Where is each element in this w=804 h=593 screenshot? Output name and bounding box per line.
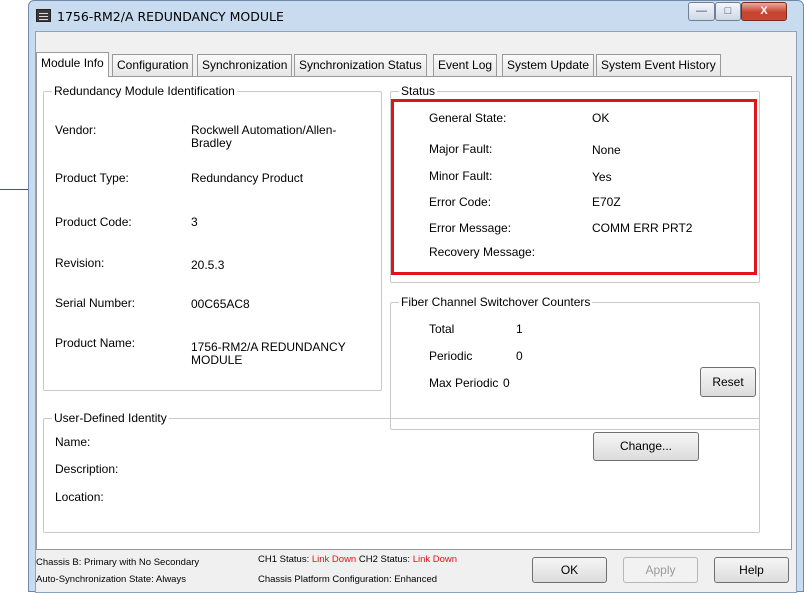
maximize-icon: □ [724, 5, 732, 17]
platform-config: Chassis Platform Configuration: Enhanced [258, 574, 438, 585]
maximize-button[interactable]: □ [715, 2, 741, 21]
revision-value: 20.5.3 [191, 258, 225, 272]
periodic-label: Periodic [429, 349, 473, 363]
tab-label: System Update [507, 58, 590, 72]
product-name-label: Product Name: [55, 336, 136, 350]
window-title: 1756-RM2/A REDUNDANCY MODULE [57, 9, 284, 24]
tab-label: Module Info [41, 56, 104, 70]
serial-number-value: 00C65AC8 [191, 297, 250, 311]
serial-number-label: Serial Number: [55, 296, 136, 310]
identification-group: Redundancy Module Identification Vendor:… [43, 84, 382, 391]
ch2-status-label: CH2 Status: [358, 554, 411, 565]
tab-configuration[interactable]: Configuration [112, 54, 194, 76]
product-code-value: 3 [191, 215, 198, 229]
name-label: Name: [55, 435, 91, 449]
location-label: Location: [55, 490, 104, 504]
chassis-b-status: Chassis B: Primary with No Secondary [36, 557, 200, 568]
tab-label: Synchronization Status [299, 58, 422, 72]
tab-label: Configuration [117, 58, 189, 72]
user-identity-legend: User-Defined Identity [52, 411, 169, 425]
identification-legend: Redundancy Module Identification [52, 84, 237, 98]
module-info-panel: Redundancy Module Identification Vendor:… [36, 76, 792, 550]
apply-button[interactable]: Apply [623, 557, 698, 583]
module-icon [36, 9, 51, 22]
revision-label: Revision: [55, 256, 105, 270]
tab-synchronization-status[interactable]: Synchronization Status [294, 54, 427, 76]
max-periodic-label: Max Periodic [429, 376, 499, 390]
title-bar[interactable]: 1756-RM2/A REDUNDANCY MODULE — □ X [29, 1, 803, 31]
total-value: 1 [516, 322, 523, 336]
user-identity-group: User-Defined Identity Name: Description:… [43, 411, 760, 533]
status-highlight-box [391, 99, 757, 275]
dialog-window: 1756-RM2/A REDUNDANCY MODULE — □ X Modul… [28, 0, 804, 593]
minimize-button[interactable]: — [688, 2, 715, 21]
product-name-value: 1756-RM2/A REDUNDANCY MODULE [191, 340, 346, 367]
tab-system-event-history[interactable]: System Event History [596, 54, 721, 76]
auto-sync-state: Auto-Synchronization State: Always [36, 574, 186, 585]
tab-label: System Event History [601, 58, 716, 72]
tab-system-update[interactable]: System Update [502, 54, 595, 76]
change-button[interactable]: Change... [593, 432, 699, 461]
product-type-value: Redundancy Product [191, 171, 304, 185]
close-button[interactable]: X [741, 2, 787, 21]
total-label: Total [429, 322, 455, 336]
product-type-label: Product Type: [55, 171, 129, 185]
ch1-status-value: Link Down [311, 554, 357, 565]
ok-button[interactable]: OK [532, 557, 607, 583]
tab-synchronization[interactable]: Synchronization [197, 54, 293, 76]
channel-status: CH1 Status: Link Down CH2 Status: Link D… [258, 554, 457, 565]
tab-label: Synchronization [202, 58, 288, 72]
product-code-label: Product Code: [55, 215, 132, 229]
tab-module-info[interactable]: Module Info [36, 52, 109, 77]
close-icon: X [760, 5, 768, 17]
vendor-value: Rockwell Automation/Allen-Bradley [191, 123, 337, 150]
minimize-icon: — [696, 5, 707, 17]
ch2-status-value: Link Down [412, 554, 458, 565]
reset-button[interactable]: Reset [700, 367, 756, 397]
help-button[interactable]: Help [714, 557, 789, 583]
periodic-value: 0 [516, 349, 523, 363]
max-periodic-value: 0 [503, 376, 510, 390]
fiber-channel-group: Fiber Channel Switchover Counters Total … [390, 295, 760, 430]
tab-event-log[interactable]: Event Log [433, 54, 498, 76]
dialog-client: Module Info Configuration Synchronizatio… [35, 31, 797, 593]
status-legend: Status [399, 84, 438, 98]
fiber-channel-legend: Fiber Channel Switchover Counters [399, 295, 593, 309]
tab-label: Event Log [438, 58, 493, 72]
description-label: Description: [55, 462, 119, 476]
ch1-status-label: CH1 Status: [258, 554, 310, 565]
vendor-label: Vendor: [55, 123, 97, 137]
